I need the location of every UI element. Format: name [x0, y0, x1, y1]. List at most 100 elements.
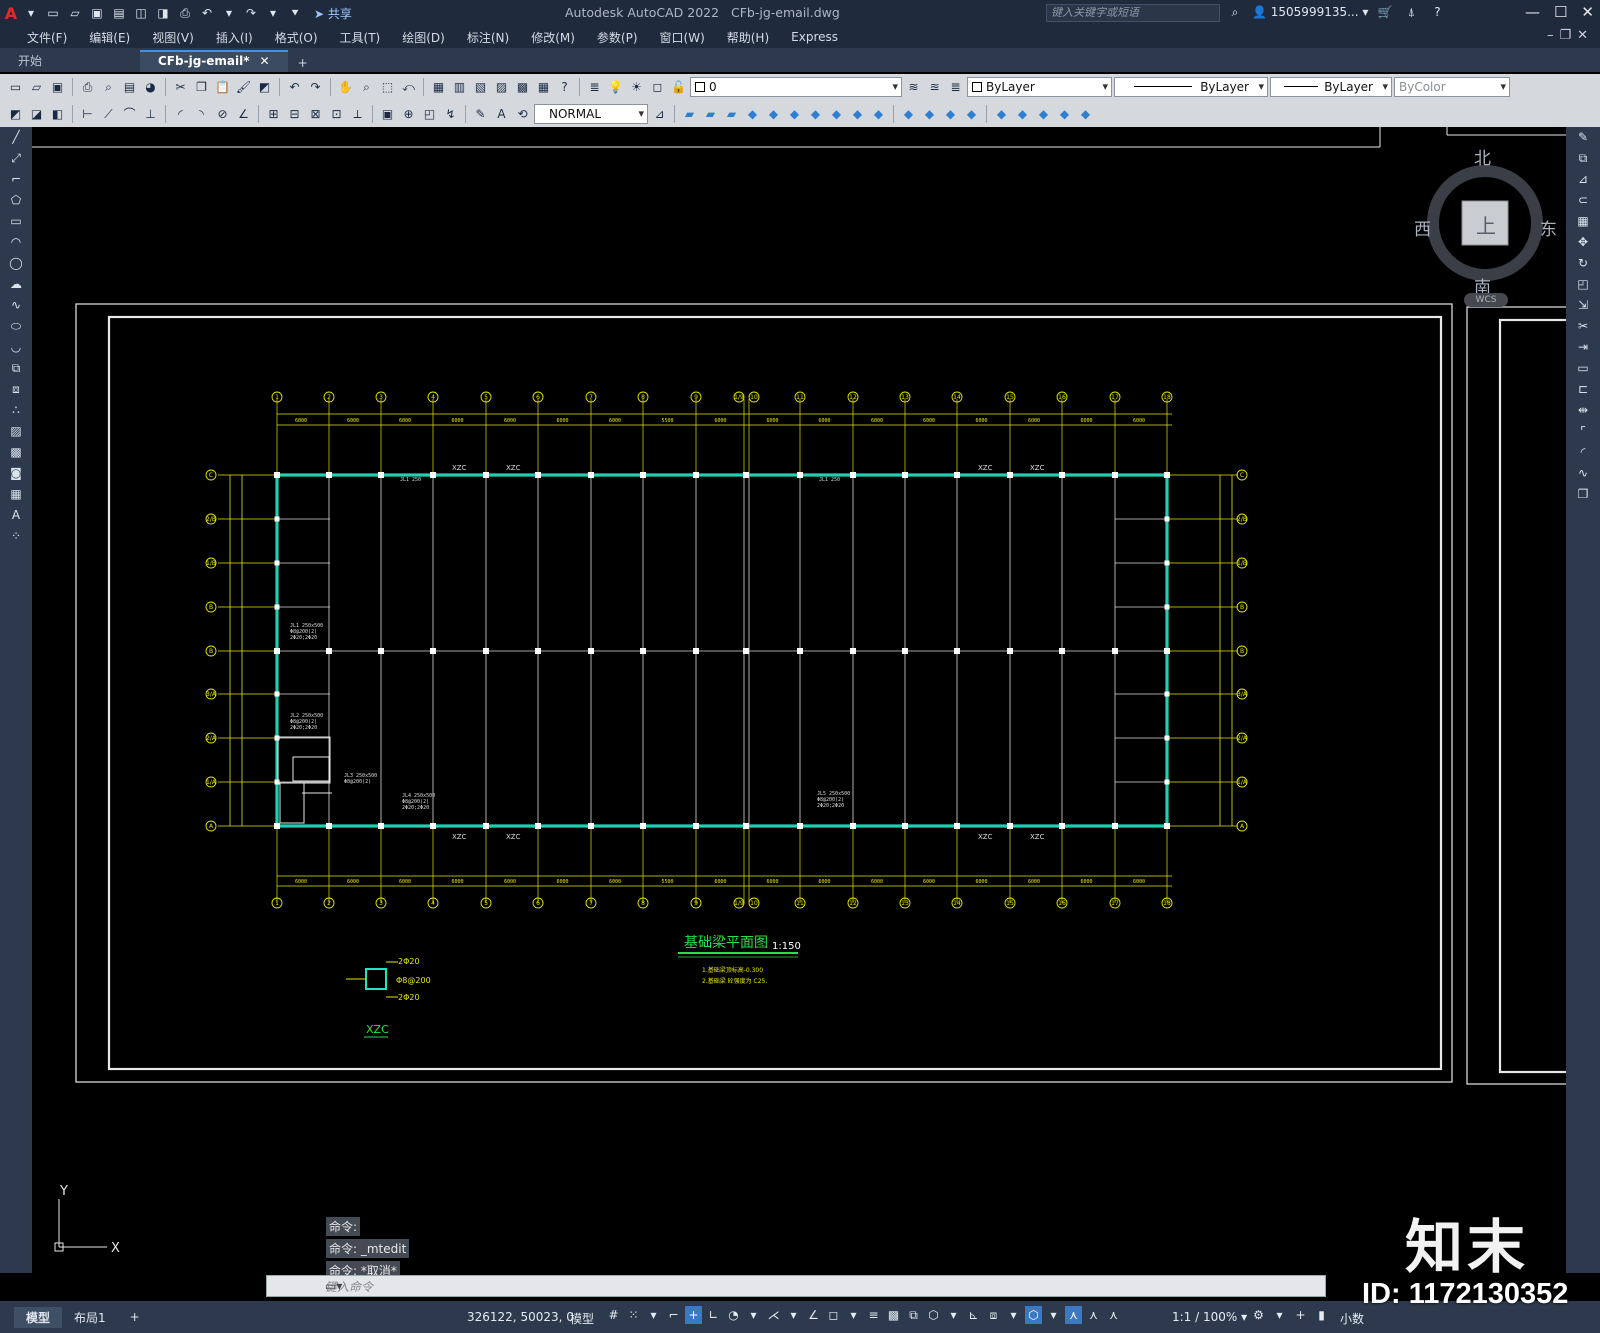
viewcube-north[interactable]: 北: [1474, 144, 1491, 169]
extract-edges-icon[interactable]: ◆: [1013, 105, 1032, 123]
annotation-monitor-icon[interactable]: +: [1292, 1306, 1309, 1324]
add-selected-icon[interactable]: ⁘: [0, 526, 32, 547]
share-button[interactable]: ➤ 共享: [314, 5, 352, 22]
pan-icon[interactable]: ✋: [336, 78, 355, 96]
snap-icon[interactable]: ⁙: [625, 1306, 642, 1324]
menu-item[interactable]: 参数(P): [586, 29, 649, 46]
loft-icon[interactable]: ◆: [806, 105, 825, 123]
angular-dim-icon[interactable]: ∠: [234, 105, 253, 123]
cut-icon[interactable]: ✂: [171, 78, 190, 96]
layer-properties-icon[interactable]: ≣: [585, 78, 604, 96]
break-point-icon[interactable]: ▭: [1566, 358, 1600, 379]
command-input[interactable]: ▭▾ 键入命令: [266, 1275, 1326, 1297]
auto-scale-icon[interactable]: ⋏: [1085, 1306, 1102, 1324]
jogged-dim-icon[interactable]: ◝: [192, 105, 211, 123]
layer-dropdown[interactable]: 0: [690, 77, 902, 97]
help-icon[interactable]: ?: [1428, 4, 1446, 20]
snap-dropdown-icon[interactable]: ▾: [645, 1306, 662, 1324]
minimize-icon[interactable]: —: [1525, 3, 1540, 21]
join-icon[interactable]: ⇹: [1566, 400, 1600, 421]
check-icon[interactable]: ◆: [1076, 105, 1095, 123]
dim-update-icon[interactable]: ◩: [6, 105, 25, 123]
circle-icon[interactable]: ◯: [0, 253, 32, 274]
menu-item[interactable]: 文件(F): [16, 29, 78, 46]
center-mark-icon[interactable]: ⊕: [399, 105, 418, 123]
break-icon[interactable]: ⊏: [1566, 379, 1600, 400]
gizmo-dropdown-icon[interactable]: ▾: [1045, 1306, 1062, 1324]
3d-dwf-icon[interactable]: ◕: [141, 78, 160, 96]
hatch-icon[interactable]: ▨: [0, 421, 32, 442]
blend-icon[interactable]: ∿: [1566, 463, 1600, 484]
undo-icon[interactable]: ↶: [198, 5, 216, 21]
tab-layout1[interactable]: 布局1: [62, 1307, 118, 1328]
extend-icon[interactable]: ⇥: [1566, 337, 1600, 358]
open-web-icon[interactable]: ◫: [132, 5, 150, 21]
command-prompt-icon[interactable]: ▭▾: [325, 1279, 342, 1293]
new-icon[interactable]: ▭: [6, 78, 25, 96]
tab-drawing[interactable]: CFb-jg-email* ✕: [140, 50, 288, 72]
layer-freeze-icon[interactable]: ☀: [627, 78, 646, 96]
spline-icon[interactable]: ∿: [0, 295, 32, 316]
dim-edit-icon[interactable]: ◪: [27, 105, 46, 123]
cad-drawing[interactable]: 6000 6000 6000 6000 6000 6000 6000 6000 6000 6000…: [32, 127, 1566, 1273]
new-file-icon[interactable]: ▭: [44, 5, 62, 21]
layer-lock-icon[interactable]: 🔓: [669, 78, 688, 96]
3d-osnap-icon[interactable]: ⬡: [925, 1306, 942, 1324]
radius-dim-icon[interactable]: ◜: [171, 105, 190, 123]
jogged-linear-icon[interactable]: ↯: [441, 105, 460, 123]
selection-filter-icon[interactable]: ⧈: [985, 1306, 1002, 1324]
menu-item[interactable]: 视图(V): [141, 29, 205, 46]
mtext-icon[interactable]: A: [0, 505, 32, 526]
linetype-dropdown[interactable]: ByLayer: [1114, 77, 1268, 97]
infer-constraints-icon[interactable]: ⌐: [665, 1306, 682, 1324]
make-block-icon[interactable]: ⧈: [0, 379, 32, 400]
layer-states-icon[interactable]: ≣: [946, 78, 965, 96]
arc-length-dim-icon[interactable]: ⌒: [120, 105, 139, 123]
close-icon[interactable]: ✕: [1581, 3, 1594, 21]
viewcube-face-top[interactable]: 上: [1476, 210, 1496, 239]
search-icon[interactable]: ⌕: [1226, 4, 1244, 20]
slice-icon[interactable]: ◆: [920, 105, 939, 123]
quick-dim-icon[interactable]: ⊞: [264, 105, 283, 123]
units-icon[interactable]: ▮: [1313, 1306, 1330, 1324]
viewcube[interactable]: 北 南 东 西 上: [1410, 144, 1560, 298]
zoom-realtime-icon[interactable]: ⌕: [357, 78, 376, 96]
menu-item[interactable]: 编辑(E): [78, 29, 141, 46]
menu-item[interactable]: 修改(M): [520, 29, 586, 46]
tab-start[interactable]: 开始: [0, 50, 140, 72]
properties-icon[interactable]: ▦: [429, 78, 448, 96]
search-input[interactable]: 键入关键字或短语: [1046, 4, 1220, 22]
redo-dropdown-icon[interactable]: ▾: [264, 5, 282, 21]
isodraft-icon[interactable]: ⋌: [765, 1306, 782, 1324]
transparency-icon[interactable]: ▩: [885, 1306, 902, 1324]
selection-filter-dropdown-icon[interactable]: ▾: [1005, 1306, 1022, 1324]
undo-icon[interactable]: ↶: [285, 78, 304, 96]
construction-line-icon[interactable]: ⤢: [0, 148, 32, 169]
plot-icon[interactable]: ⎙: [176, 5, 194, 21]
document-window-controls[interactable]: –❐✕: [1547, 28, 1594, 43]
menu-item[interactable]: 绘图(D): [391, 29, 456, 46]
markup-icon[interactable]: ▩: [513, 78, 532, 96]
viewcube-west[interactable]: 西: [1414, 215, 1431, 240]
erase-icon[interactable]: ✎: [1566, 127, 1600, 148]
tab-close-icon[interactable]: ✕: [260, 54, 270, 68]
units-value[interactable]: 小数: [1340, 1310, 1364, 1327]
polygon-icon[interactable]: ⬠: [0, 190, 32, 211]
cylinder-icon[interactable]: ▰: [701, 105, 720, 123]
menu-item[interactable]: Express: [780, 30, 849, 44]
grid-icon[interactable]: #: [605, 1306, 622, 1324]
object-snap-icon[interactable]: ◻: [825, 1306, 842, 1324]
arc-icon[interactable]: ◠: [0, 232, 32, 253]
diameter-dim-icon[interactable]: ⊘: [213, 105, 232, 123]
intersect-icon[interactable]: ◆: [869, 105, 888, 123]
menu-item[interactable]: 帮助(H): [716, 29, 780, 46]
help-icon[interactable]: ?: [555, 78, 574, 96]
imprint-icon[interactable]: ◆: [962, 105, 981, 123]
menu-item[interactable]: 标注(N): [456, 29, 520, 46]
ortho-icon[interactable]: ∟: [705, 1306, 722, 1324]
wedge-icon[interactable]: ▰: [722, 105, 741, 123]
workspace-gear-icon[interactable]: ⚙: [1250, 1306, 1267, 1324]
copy-icon[interactable]: ❐: [192, 78, 211, 96]
revcloud-icon[interactable]: ☁: [0, 274, 32, 295]
trim-icon[interactable]: ✂: [1566, 316, 1600, 337]
